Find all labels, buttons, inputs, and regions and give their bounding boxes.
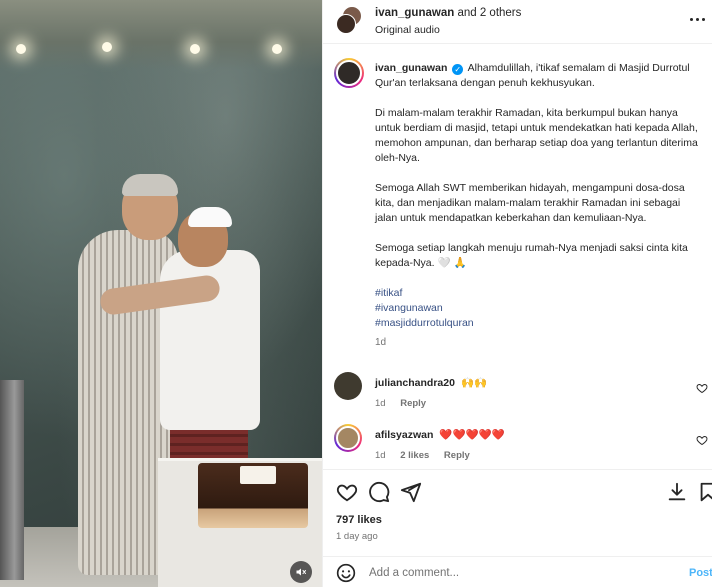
audio-label[interactable]: Original audio bbox=[375, 24, 440, 36]
comment-time: 1d bbox=[375, 398, 386, 409]
commenter-avatar[interactable] bbox=[334, 372, 362, 400]
bookmark-icon[interactable] bbox=[697, 481, 712, 503]
reply-button[interactable]: Reply bbox=[400, 398, 426, 409]
share-send-icon[interactable] bbox=[400, 481, 422, 503]
add-comment-bar: Post bbox=[323, 556, 712, 587]
commenter-avatar[interactable] bbox=[334, 424, 362, 452]
author-avatar[interactable] bbox=[336, 14, 356, 34]
like-comment-heart-icon[interactable] bbox=[696, 434, 708, 446]
dot-icon bbox=[695, 17, 699, 21]
comment-time: 1d bbox=[375, 450, 386, 461]
ceiling-light bbox=[16, 44, 26, 54]
commenter-username[interactable]: afilsyazwan bbox=[375, 429, 433, 441]
post-header: ivan_gunawan and 2 others Original audio bbox=[323, 0, 712, 44]
emoji-icon[interactable] bbox=[336, 563, 356, 583]
commenter-username[interactable]: julianchandra20 bbox=[375, 377, 455, 389]
ceiling bbox=[0, 0, 322, 70]
posted-time: 1 day ago bbox=[336, 531, 378, 542]
comment-line: afilsyazwan ❤️❤️❤️❤️❤️ bbox=[375, 428, 505, 441]
comment-input[interactable] bbox=[369, 563, 669, 583]
speaker-muted-icon bbox=[296, 568, 306, 576]
comment-text: 🙌🙌 bbox=[460, 377, 488, 389]
post-actions bbox=[323, 469, 712, 513]
comment-meta: 1d 2 likes Reply bbox=[375, 450, 482, 461]
ceiling-light bbox=[272, 44, 282, 54]
save-bookmark-icon[interactable] bbox=[666, 481, 688, 503]
likes-count[interactable]: 797 likes bbox=[336, 514, 382, 526]
hashtag-list: #itikaf #ivangunawan #masjiddurrotulqura… bbox=[375, 286, 700, 331]
post-media[interactable] bbox=[0, 0, 322, 587]
post-panel: ivan_gunawan and 2 others Original audio… bbox=[322, 0, 712, 587]
hashtag-link[interactable]: #masjiddurrotulquran bbox=[375, 316, 700, 331]
like-comment-heart-icon[interactable] bbox=[696, 382, 708, 394]
prayer-cap bbox=[188, 207, 232, 227]
comment-meta: 1d Reply bbox=[375, 398, 438, 409]
mute-button[interactable] bbox=[290, 561, 312, 583]
post-comment-button[interactable]: Post bbox=[689, 567, 712, 579]
dot-icon bbox=[701, 17, 705, 21]
comment-text: ❤️❤️❤️❤️❤️ bbox=[439, 429, 505, 441]
prayer-cap bbox=[122, 174, 178, 196]
comment-item: julianchandra20 🙌🙌 1d Reply bbox=[334, 372, 708, 412]
caption: ivan_gunawan ✓ Alhamdulillah, i'tikaf se… bbox=[375, 61, 700, 350]
hashtag-link[interactable]: #itikaf bbox=[375, 286, 700, 301]
author-username[interactable]: ivan_gunawan bbox=[375, 7, 454, 19]
verified-badge-icon: ✓ bbox=[452, 64, 464, 75]
ceiling-light bbox=[102, 42, 112, 52]
comment-item: afilsyazwan ❤️❤️❤️❤️❤️ 1d 2 likes Reply bbox=[334, 424, 708, 464]
author-names: ivan_gunawan and 2 others bbox=[375, 7, 521, 19]
caption-time: 1d bbox=[375, 337, 387, 348]
more-options-button[interactable] bbox=[687, 13, 707, 25]
like-heart-icon[interactable] bbox=[336, 481, 358, 503]
ceiling-light bbox=[190, 44, 200, 54]
comment-bubble-icon[interactable] bbox=[368, 481, 390, 503]
comment-line: julianchandra20 🙌🙌 bbox=[375, 376, 487, 389]
caption-paragraph: Semoga Allah SWT memberikan hidayah, men… bbox=[375, 182, 685, 224]
caption-username[interactable]: ivan_gunawan bbox=[375, 62, 447, 74]
reply-button[interactable]: Reply bbox=[444, 450, 470, 461]
dot-icon bbox=[689, 17, 693, 21]
caption-paragraph: Di malam-malam terakhir Ramadan, kita be… bbox=[375, 107, 698, 164]
caption-paragraph: Semoga setiap langkah menuju rumah-Nya m… bbox=[375, 242, 688, 269]
stand bbox=[0, 380, 24, 580]
caption-avatar[interactable] bbox=[334, 58, 364, 88]
cake-topper bbox=[240, 466, 276, 484]
collaborators-link[interactable]: and 2 others bbox=[457, 7, 521, 19]
hashtag-link[interactable]: #ivangunawan bbox=[375, 301, 700, 316]
comment-likes[interactable]: 2 likes bbox=[400, 450, 429, 461]
